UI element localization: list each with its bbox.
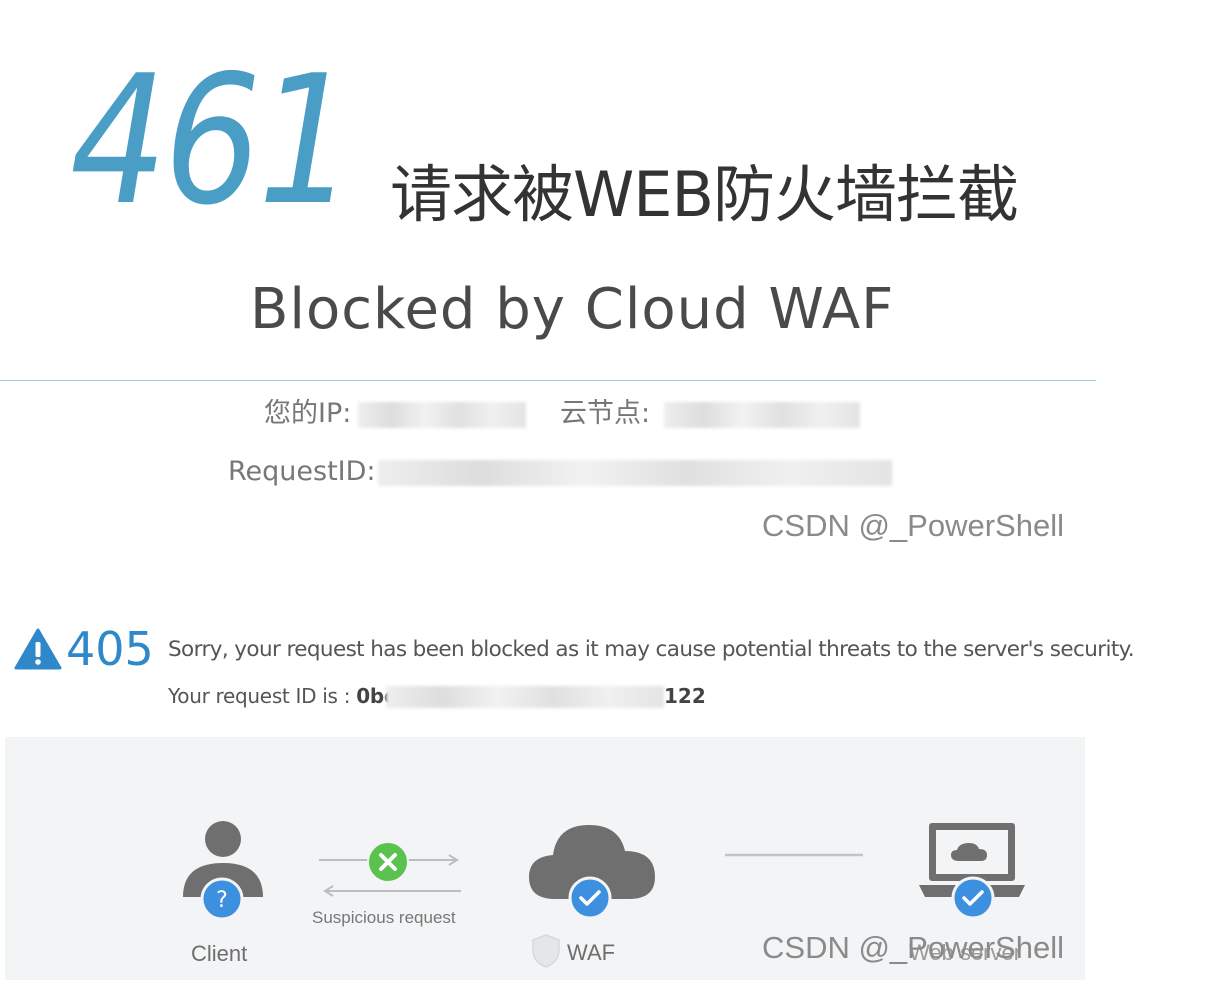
title-chinese: 请求被WEB防火墙拦截 [390, 158, 1019, 231]
blocked-message: Sorry, your request has been blocked as … [168, 637, 1135, 662]
request-id-line: Your request ID is : 0bc [168, 684, 396, 708]
watermark: CSDN @_PowerShell [762, 930, 1064, 965]
node-value-redacted [664, 402, 860, 428]
error-code-461: 461 [70, 37, 355, 244]
suspicious-request-label: Suspicious request [312, 908, 456, 927]
title-english: Blocked by Cloud WAF [250, 277, 895, 342]
request-id-redacted [378, 460, 892, 486]
divider [0, 380, 1096, 381]
request-id-label: RequestID: [228, 456, 376, 487]
waf-label: WAF [567, 940, 616, 965]
client-label: Client [191, 941, 248, 966]
check-badge-icon [568, 876, 612, 920]
watermark: CSDN @_PowerShell [762, 508, 1064, 543]
shield-icon [532, 934, 560, 968]
request-id-suffix: 122 [664, 684, 706, 708]
warning-icon [14, 628, 62, 670]
error-code-405: 405 [66, 622, 154, 676]
check-badge-icon [951, 876, 995, 920]
reject-x-icon [367, 841, 409, 883]
request-id-redacted [386, 686, 664, 708]
question-badge-icon: ? [200, 877, 244, 921]
ip-value-redacted [358, 402, 526, 428]
request-id-label: Your request ID is : [168, 684, 351, 708]
node-label: 云节点: [560, 398, 651, 429]
svg-text:?: ? [216, 888, 228, 913]
connector-line [725, 853, 863, 857]
ip-label: 您的IP: [264, 398, 352, 429]
